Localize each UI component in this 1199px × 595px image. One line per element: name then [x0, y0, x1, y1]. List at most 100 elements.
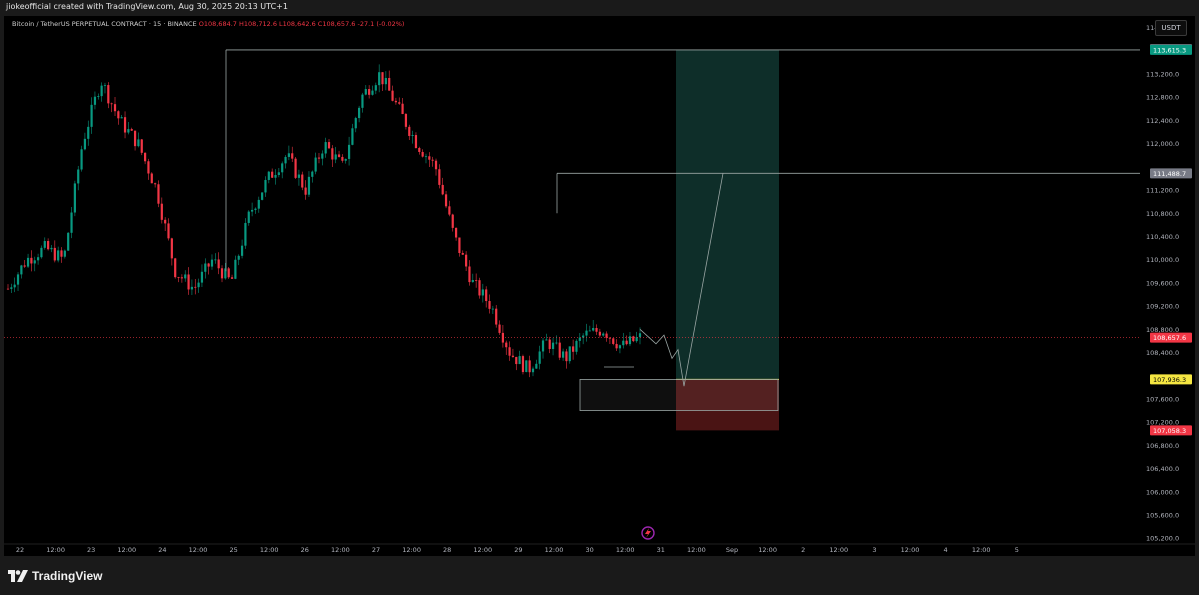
candle-body: [170, 238, 173, 259]
candle-body: [127, 129, 130, 133]
candle-body: [140, 139, 143, 153]
candle-body: [331, 148, 334, 160]
candle-body: [274, 174, 277, 178]
candle-body: [207, 263, 210, 267]
symbol-name: Bitcoin / TetherUS PERPETUAL CONTRACT · …: [12, 20, 197, 28]
candle-body: [73, 183, 76, 213]
candle-body: [374, 85, 377, 91]
candle-body: [465, 254, 468, 267]
demand-zone: [579, 379, 779, 411]
time-tick: Sep: [726, 546, 738, 554]
time-tick: 26: [301, 546, 309, 554]
price-tick: 106,400.0: [1146, 465, 1179, 473]
price-label-text: 107,058.3: [1153, 427, 1186, 435]
candle-body: [93, 96, 97, 105]
candle-body: [458, 237, 461, 254]
candle-body: [525, 360, 528, 373]
candle-body: [194, 286, 197, 288]
candle-body: [632, 336, 635, 342]
candle-body: [43, 241, 46, 248]
candle-body: [63, 250, 66, 257]
candle-body: [20, 265, 23, 275]
drawings: [4, 49, 1140, 411]
candle-body: [204, 263, 207, 272]
candle-body: [421, 151, 424, 157]
candle-body: [23, 265, 26, 267]
time-tick: 12:00: [331, 546, 350, 554]
candle-body: [137, 139, 140, 147]
tradingview-logo-icon: [8, 570, 28, 582]
price-tick: 113,200.0: [1146, 71, 1179, 79]
candle-body: [505, 342, 508, 348]
candle-body: [585, 330, 588, 336]
target-zone: [676, 49, 779, 380]
candle-body: [197, 282, 200, 288]
currency-button[interactable]: USDT: [1155, 20, 1187, 36]
price-axis[interactable]: 114,000.0113,200.0112,800.0112,400.0112,…: [1140, 16, 1195, 544]
candle-body: [371, 90, 374, 95]
candle-body: [147, 161, 150, 174]
price-tick: 112,400.0: [1146, 117, 1179, 125]
time-tick: 12:00: [117, 546, 136, 554]
candle-body: [220, 268, 224, 279]
candle-body: [358, 107, 361, 119]
candle-body: [498, 324, 501, 333]
candle-body: [545, 339, 548, 341]
candle-body: [424, 156, 428, 158]
candle-body: [311, 171, 314, 177]
candle-body: [394, 100, 397, 103]
candle-body: [618, 345, 622, 349]
time-tick: 28: [443, 546, 451, 554]
candle-body: [103, 85, 107, 86]
time-tick: 12:00: [189, 546, 208, 554]
candle-body: [16, 274, 20, 285]
candle-body: [200, 271, 204, 283]
candle-body: [615, 343, 618, 349]
candle-body: [568, 346, 571, 362]
candle-body: [344, 158, 347, 161]
candle-body: [133, 130, 137, 147]
position-zones: [676, 49, 779, 431]
candle-body: [582, 335, 585, 338]
candle-body: [508, 347, 511, 356]
brand-name: TradingView: [32, 569, 103, 583]
candle-body: [495, 308, 498, 325]
event-marker[interactable]: [641, 526, 655, 540]
candle-body: [80, 149, 83, 170]
candle-body: [408, 126, 411, 136]
time-tick: 30: [585, 546, 593, 554]
time-tick: 4: [944, 546, 948, 554]
candle-body: [301, 174, 304, 188]
time-tick: 12:00: [46, 546, 65, 554]
candle-body: [277, 172, 280, 175]
time-tick: 29: [514, 546, 522, 554]
time-tick: 12:00: [829, 546, 848, 554]
candle-body: [378, 72, 381, 86]
symbol-legend[interactable]: Bitcoin / TetherUS PERPETUAL CONTRACT · …: [12, 20, 404, 28]
candle-body: [444, 194, 448, 207]
tradingview-brand[interactable]: TradingView: [8, 569, 102, 583]
candle-body: [351, 128, 354, 145]
candle-body: [77, 169, 80, 184]
price-tick: 112,800.0: [1146, 94, 1179, 102]
candle-body: [257, 199, 260, 209]
candle-body: [334, 154, 337, 160]
candle-body: [164, 219, 167, 224]
candle-body: [100, 85, 103, 97]
time-tick: 2: [801, 546, 805, 554]
chart-frame[interactable]: 114,000.0113,200.0112,800.0112,400.0112,…: [4, 16, 1195, 556]
price-tick: 111,200.0: [1146, 187, 1179, 195]
time-axis[interactable]: 22 12:00 23 12:00 24 12:00 25 12:00 26 12:00 27 12:…: [4, 543, 1195, 554]
candle-body: [625, 340, 628, 345]
candle-body: [87, 126, 90, 139]
candlestick-chart[interactable]: 114,000.0113,200.0112,800.0112,400.0112,…: [4, 16, 1195, 556]
candle-body: [401, 103, 404, 115]
time-tick: 12:00: [473, 546, 492, 554]
candle-body: [612, 338, 615, 344]
top-bar: jiokeofficial created with TradingView.c…: [0, 0, 1199, 16]
candle-body: [541, 340, 545, 352]
candle-body: [26, 257, 30, 267]
candle-body: [60, 250, 63, 257]
candle-body: [47, 241, 50, 250]
candle-body: [10, 287, 13, 289]
